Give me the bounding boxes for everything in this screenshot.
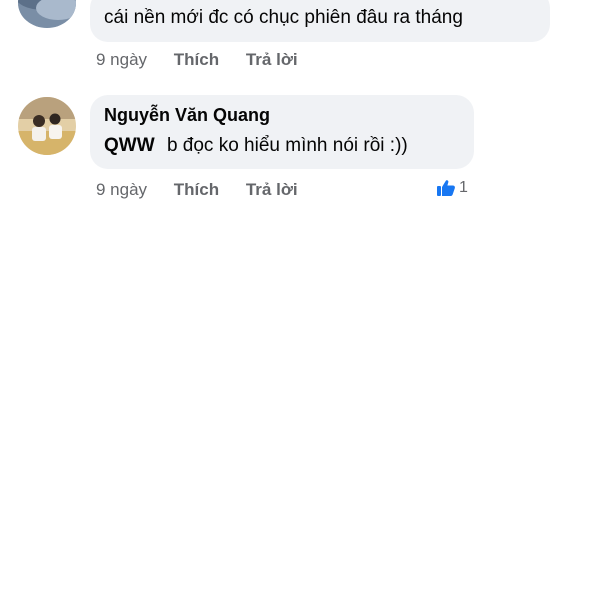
- comment-text: cái nền mới đc có chục phiên đâu ra thán…: [104, 7, 463, 28]
- avatar[interactable]: [18, 97, 76, 155]
- comment-body: QWW b đọc ko hiểu mình nói rồi :)): [104, 134, 460, 158]
- thumbs-up-icon: [436, 179, 456, 197]
- comment-bubble: Nguyễn Văn Quang QWW b đọc ko hiểu mình …: [90, 95, 474, 169]
- avatar[interactable]: [18, 0, 76, 28]
- reaction-count: 1: [459, 179, 468, 196]
- reply-button[interactable]: Trả lời: [246, 180, 298, 199]
- like-button[interactable]: Thích: [174, 50, 219, 69]
- mention-link[interactable]: QWW: [104, 135, 155, 156]
- comment-time[interactable]: 9 ngày: [96, 180, 147, 199]
- comment-meta: 9 ngày Thích Trả lời: [96, 180, 298, 200]
- reaction-summary[interactable]: 1: [436, 179, 468, 197]
- reply-button[interactable]: Trả lời: [246, 50, 298, 69]
- comment-meta: 9 ngày Thích Trả lời: [96, 50, 298, 70]
- comment-bubble: cái nền mới đc có chục phiên đâu ra thán…: [90, 0, 550, 42]
- like-button[interactable]: Thích: [174, 180, 219, 199]
- comment-author[interactable]: Nguyễn Văn Quang: [104, 104, 460, 126]
- comment-text: b đọc ko hiểu mình nói rồi :)): [166, 135, 408, 156]
- comment-time[interactable]: 9 ngày: [96, 50, 147, 69]
